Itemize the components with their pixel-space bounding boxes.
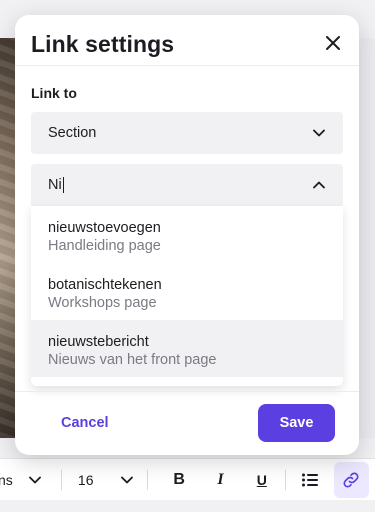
toolbar-divider	[146, 469, 148, 490]
toolbar-divider	[285, 469, 287, 490]
bullet-list-button[interactable]	[292, 462, 327, 498]
link-to-label: Link to	[31, 85, 77, 101]
section-search-input[interactable]: Ni	[31, 164, 343, 206]
result-name: botanischtekenen	[48, 277, 162, 293]
search-value: Ni	[48, 177, 62, 193]
underline-button[interactable]: U	[244, 462, 279, 498]
background-panel	[359, 38, 375, 438]
close-button[interactable]	[321, 31, 345, 55]
link-button[interactable]	[333, 461, 370, 498]
result-subtitle: Nieuws van het front page	[48, 352, 217, 368]
cancel-button[interactable]: Cancel	[61, 415, 109, 431]
result-name: nieuwstoevoegen	[48, 220, 161, 236]
result-subtitle: Workshops page	[48, 295, 157, 311]
italic-button[interactable]: I	[203, 462, 238, 498]
format-toolbar: ns 16 B I U	[0, 458, 375, 500]
chevron-up-icon[interactable]	[309, 175, 329, 195]
text-caret	[62, 177, 64, 193]
search-result-item[interactable]: botanischtekenen Workshops page	[31, 263, 343, 320]
close-icon	[326, 36, 340, 50]
link-icon	[343, 472, 359, 487]
search-result-item[interactable]: nieuwstebericht Nieuws van het front pag…	[31, 320, 343, 377]
font-size-select[interactable]: 16	[76, 470, 147, 490]
search-result-item[interactable]: nieuwstoevoegen Handleiding page	[31, 206, 343, 263]
font-family-value: ns	[0, 471, 13, 488]
result-subtitle: Handleiding page	[48, 238, 161, 254]
chevron-down-icon	[25, 470, 45, 490]
save-button[interactable]: Save	[258, 404, 335, 442]
modal-footer: Cancel Save	[15, 391, 359, 455]
result-name: nieuwstebericht	[48, 334, 149, 350]
link-settings-modal: Link settings Link to Section Ni nieuwst…	[15, 15, 359, 455]
search-input-wrap: Ni	[48, 177, 64, 193]
modal-title: Link settings	[31, 31, 175, 57]
font-family-select[interactable]: ns	[0, 470, 55, 490]
link-type-value: Section	[48, 125, 97, 141]
link-type-select[interactable]: Section	[31, 112, 343, 154]
bullet-list-icon	[302, 473, 319, 486]
modal-header: Link settings	[15, 15, 359, 66]
font-size-value: 16	[77, 471, 94, 488]
toolbar-divider	[60, 469, 62, 490]
bold-button[interactable]: B	[162, 462, 197, 498]
chevron-down-icon	[117, 470, 137, 490]
chevron-down-icon	[309, 123, 329, 143]
search-results-dropdown: nieuwstoevoegen Handleiding page botanis…	[31, 206, 343, 386]
